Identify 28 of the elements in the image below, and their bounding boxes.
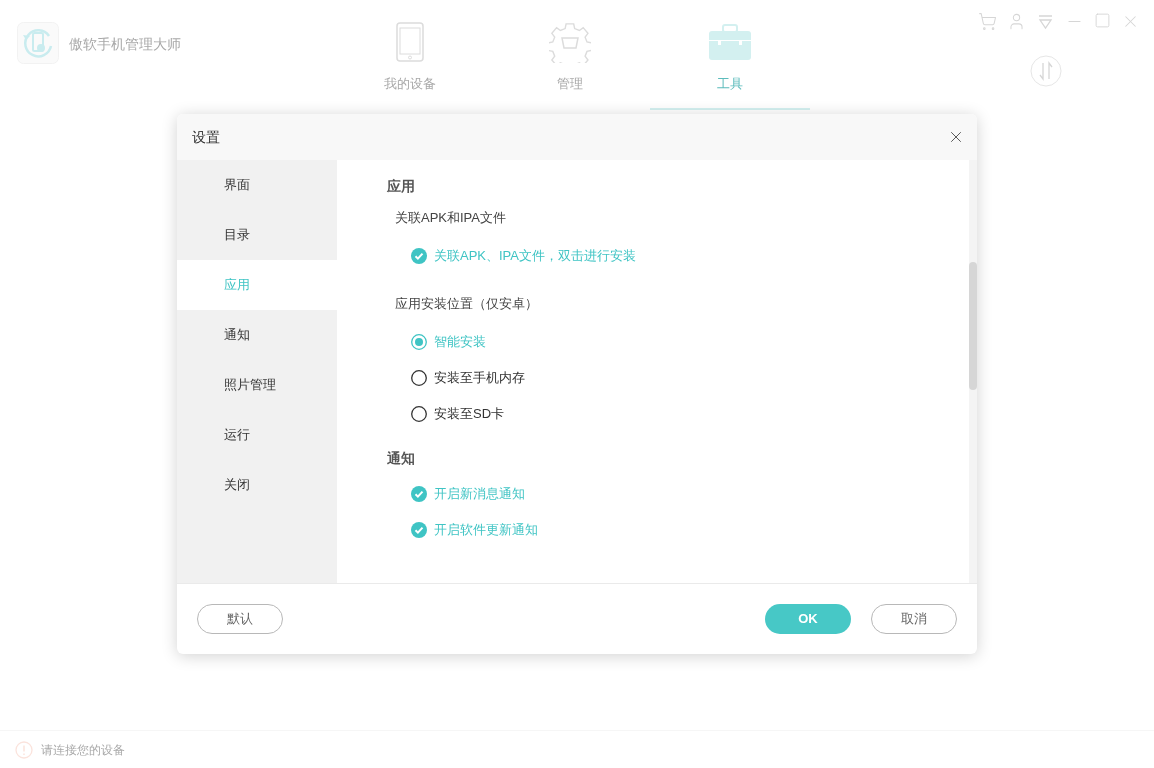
sidebar-item[interactable]: 运行: [177, 410, 337, 460]
app-title: 傲软手机管理大师: [69, 35, 181, 54]
section-title: 应用: [387, 177, 416, 196]
option-label[interactable]: 安装至SD卡: [434, 404, 505, 424]
sidebar-item[interactable]: 照片管理: [177, 360, 337, 410]
cart-icon[interactable]: [978, 12, 997, 31]
dialog-button[interactable]: 取消: [871, 604, 957, 634]
dialog-title: 设置: [192, 127, 220, 147]
user-icon[interactable]: [1007, 12, 1026, 31]
dropdown-icon[interactable]: [1036, 12, 1055, 31]
sidebar-item[interactable]: 界面: [177, 160, 337, 210]
sidebar-item[interactable]: 关闭: [177, 460, 337, 510]
section-title: 通知: [387, 449, 416, 468]
dialog-button[interactable]: 默认: [197, 604, 283, 634]
sidebar-item[interactable]: 通知: [177, 310, 337, 360]
status-text: 请连接您的设备: [41, 741, 125, 759]
phone-icon: [396, 22, 424, 62]
group-label: 应用安装位置（仅安卓）: [394, 295, 539, 313]
group-label: 关联APK和IPA文件: [394, 209, 507, 227]
option-label[interactable]: 安装至手机内存: [434, 368, 525, 388]
scrollbar-thumb[interactable]: [969, 262, 977, 390]
gear-icon: [549, 21, 591, 63]
sidebar-item[interactable]: 目录: [177, 210, 337, 260]
warning-icon: [15, 740, 33, 759]
toolbox-icon: [709, 24, 751, 60]
maximize-icon[interactable]: [1094, 12, 1111, 29]
app-logo: [17, 22, 59, 64]
transfer-icon[interactable]: [1030, 55, 1062, 87]
